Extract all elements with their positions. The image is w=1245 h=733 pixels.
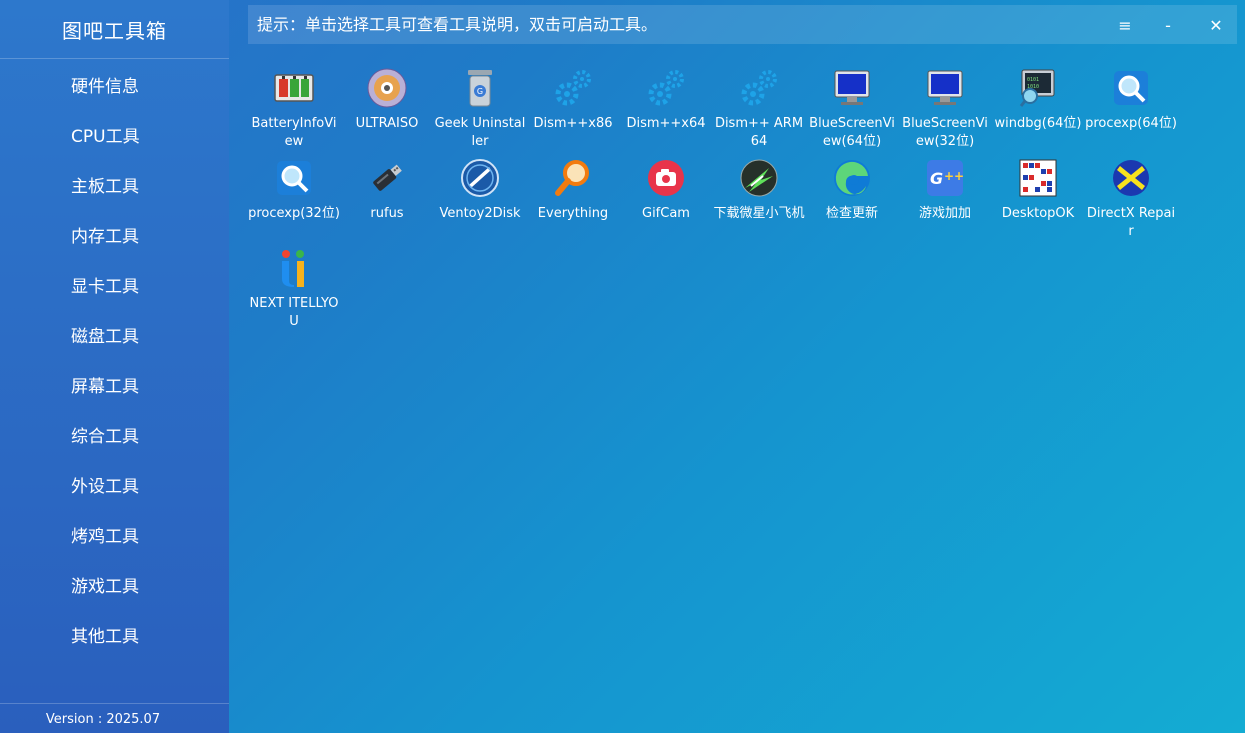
edge-icon xyxy=(831,157,873,199)
sidebar-item-stress-test-tools[interactable]: 烤鸡工具 xyxy=(0,509,229,559)
sidebar-item-memory-tools[interactable]: 内存工具 xyxy=(0,209,229,259)
tool-label: windbg(64位) xyxy=(994,116,1082,131)
version-divider xyxy=(0,703,229,704)
desktop-grid-icon xyxy=(1017,157,1059,199)
sidebar-nav: 硬件信息 CPU工具 主板工具 内存工具 显卡工具 磁盘工具 屏幕工具 综合工具… xyxy=(0,59,229,659)
tool-next-itellyou[interactable]: NEXT ITELLYOU xyxy=(248,247,340,333)
version-label: Version : 2025.07 xyxy=(45,712,161,727)
tool-label: GifCam xyxy=(642,206,690,221)
tool-label: DirectX Repair xyxy=(1086,206,1176,239)
afterburner-icon xyxy=(738,157,780,199)
tool-download-afterburner[interactable]: 下载微星小飞机 xyxy=(713,157,805,243)
game-plus-icon: G ++ xyxy=(924,157,966,199)
sidebar-item-peripheral-tools[interactable]: 外设工具 xyxy=(0,459,229,509)
gears-icon xyxy=(738,67,780,109)
tool-everything[interactable]: Everything xyxy=(527,157,619,243)
tool-geek-uninstaller[interactable]: G Geek Uninstaller xyxy=(434,67,526,153)
usb-drive-icon xyxy=(366,157,408,199)
sidebar: 图吧工具箱 硬件信息 CPU工具 主板工具 内存工具 显卡工具 磁盘工具 屏幕工… xyxy=(0,0,229,733)
tool-procexp-64[interactable]: procexp(64位) xyxy=(1085,67,1177,153)
tool-label: Ventoy2Disk xyxy=(439,206,521,221)
minimize-icon: - xyxy=(1165,15,1171,35)
debugger-icon: 0101 1010 xyxy=(1017,67,1059,109)
tool-label: DesktopOK xyxy=(1001,206,1075,221)
tool-dism-x86[interactable]: Dism++x86 xyxy=(527,67,619,153)
app-title: 图吧工具箱 xyxy=(0,0,229,59)
sidebar-item-screen-tools[interactable]: 屏幕工具 xyxy=(0,359,229,409)
sidebar-item-disk-tools[interactable]: 磁盘工具 xyxy=(0,309,229,359)
disc-icon xyxy=(366,67,408,109)
sidebar-item-other-tools[interactable]: 其他工具 xyxy=(0,609,229,659)
tool-label: procexp(32位) xyxy=(248,206,340,221)
minimize-button[interactable]: - xyxy=(1154,11,1182,39)
tool-batteryinfoview[interactable]: BatteryInfoView xyxy=(248,67,340,153)
sidebar-item-cpu-tools[interactable]: CPU工具 xyxy=(0,109,229,159)
tool-label: Dism++x86 xyxy=(533,116,613,131)
tool-check-update[interactable]: 检查更新 xyxy=(806,157,898,243)
tool-dism-x64[interactable]: Dism++x64 xyxy=(620,67,712,153)
monitor-icon xyxy=(831,67,873,109)
tool-desktopok[interactable]: DesktopOK xyxy=(992,157,1084,243)
magnifier-icon xyxy=(1110,67,1152,109)
menu-button[interactable]: ≡ xyxy=(1111,11,1139,39)
svg-text:0101: 0101 xyxy=(1027,77,1039,83)
tool-windbg-64[interactable]: 0101 1010 windbg(64位) xyxy=(992,67,1084,153)
svg-text:++: ++ xyxy=(944,169,964,183)
itellyou-icon xyxy=(273,247,315,289)
tool-label: Dism++ ARM64 xyxy=(714,116,804,149)
sidebar-item-motherboard-tools[interactable]: 主板工具 xyxy=(0,159,229,209)
directx-icon xyxy=(1110,157,1152,199)
sidebar-item-hardware-info[interactable]: 硬件信息 xyxy=(0,59,229,109)
gears-icon xyxy=(552,67,594,109)
svg-text:G: G xyxy=(930,169,943,188)
svg-text:G: G xyxy=(477,87,483,96)
hint-bar: 提示：单击选择工具可查看工具说明，双击可启动工具。 ≡ - ✕ xyxy=(248,5,1237,44)
tool-label: BlueScreenView(64位) xyxy=(809,116,895,149)
tool-label: 下载微星小飞机 xyxy=(713,206,805,221)
tool-label: 游戏加加 xyxy=(918,206,971,221)
tool-procexp-32[interactable]: procexp(32位) xyxy=(248,157,340,243)
tool-ventoy2disk[interactable]: Ventoy2Disk xyxy=(434,157,526,243)
search-icon xyxy=(552,157,594,199)
gears-icon xyxy=(645,67,687,109)
ventoy-icon xyxy=(459,157,501,199)
tool-directx-repair[interactable]: DirectX Repair xyxy=(1085,157,1177,243)
tool-label: 检查更新 xyxy=(825,206,878,221)
tool-label: Geek Uninstaller xyxy=(434,116,526,149)
tool-label: ULTRAISO xyxy=(355,116,419,131)
tool-bluescreenview-64[interactable]: BlueScreenView(64位) xyxy=(806,67,898,153)
magnifier-icon xyxy=(273,157,315,199)
menu-icon: ≡ xyxy=(1118,15,1132,35)
sidebar-item-gpu-tools[interactable]: 显卡工具 xyxy=(0,259,229,309)
sidebar-item-game-tools[interactable]: 游戏工具 xyxy=(0,559,229,609)
tool-label: BatteryInfoView xyxy=(251,116,337,149)
trash-bin-icon: G xyxy=(459,67,501,109)
tool-label: Dism++x64 xyxy=(626,116,706,131)
tool-label: Everything xyxy=(537,206,609,221)
tool-label: rufus xyxy=(370,206,404,221)
camera-icon xyxy=(645,157,687,199)
tool-label: NEXT ITELLYOU xyxy=(249,296,339,329)
tool-gifcam[interactable]: GifCam xyxy=(620,157,712,243)
battery-icon xyxy=(273,67,315,109)
tool-dism-arm64[interactable]: Dism++ ARM64 xyxy=(713,67,805,153)
tool-game-plus[interactable]: G ++ 游戏加加 xyxy=(899,157,991,243)
monitor-icon xyxy=(924,67,966,109)
tool-bluescreenview-32[interactable]: BlueScreenView(32位) xyxy=(899,67,991,153)
sidebar-item-general-tools[interactable]: 综合工具 xyxy=(0,409,229,459)
tool-label: BlueScreenView(32位) xyxy=(902,116,988,149)
hint-text: 提示：单击选择工具可查看工具说明，双击可启动工具。 xyxy=(257,15,658,34)
tool-rufus[interactable]: rufus xyxy=(341,157,433,243)
tool-ultraiso[interactable]: ULTRAISO xyxy=(341,67,433,153)
close-icon: ✕ xyxy=(1209,15,1223,35)
tool-label: procexp(64位) xyxy=(1085,116,1177,131)
close-button[interactable]: ✕ xyxy=(1202,11,1230,39)
